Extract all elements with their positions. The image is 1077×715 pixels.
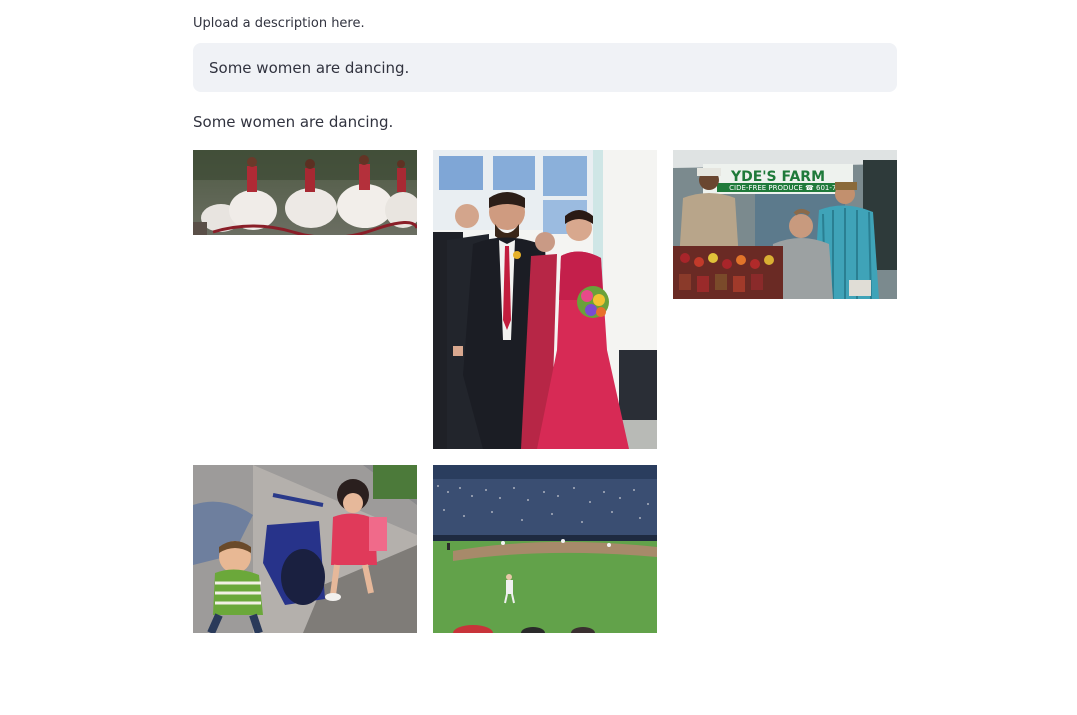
gallery-image-baseball — [433, 465, 657, 633]
children-photo — [193, 465, 417, 633]
gallery-image-farm-stand: YDE'S FARM CIDE-FREE PRODUCE ☎ 601-79 — [673, 150, 897, 299]
description-input[interactable] — [193, 43, 897, 92]
wedding-photo — [433, 150, 657, 449]
description-label: Upload a description here. — [193, 16, 365, 31]
farm-banner-text: YDE'S FARM — [730, 169, 825, 185]
gallery-image-children — [193, 465, 417, 633]
farm-banner-subtext: CIDE-FREE PRODUCE ☎ 601-79 — [729, 184, 841, 192]
gallery-image-wedding — [433, 150, 657, 449]
farm-stand-photo: YDE'S FARM CIDE-FREE PRODUCE ☎ 601-79 — [673, 150, 897, 299]
baseball-photo — [433, 465, 657, 633]
gallery-image-dancers — [193, 150, 417, 235]
description-echo: Some women are dancing. — [193, 113, 394, 131]
dancers-photo — [193, 150, 417, 235]
